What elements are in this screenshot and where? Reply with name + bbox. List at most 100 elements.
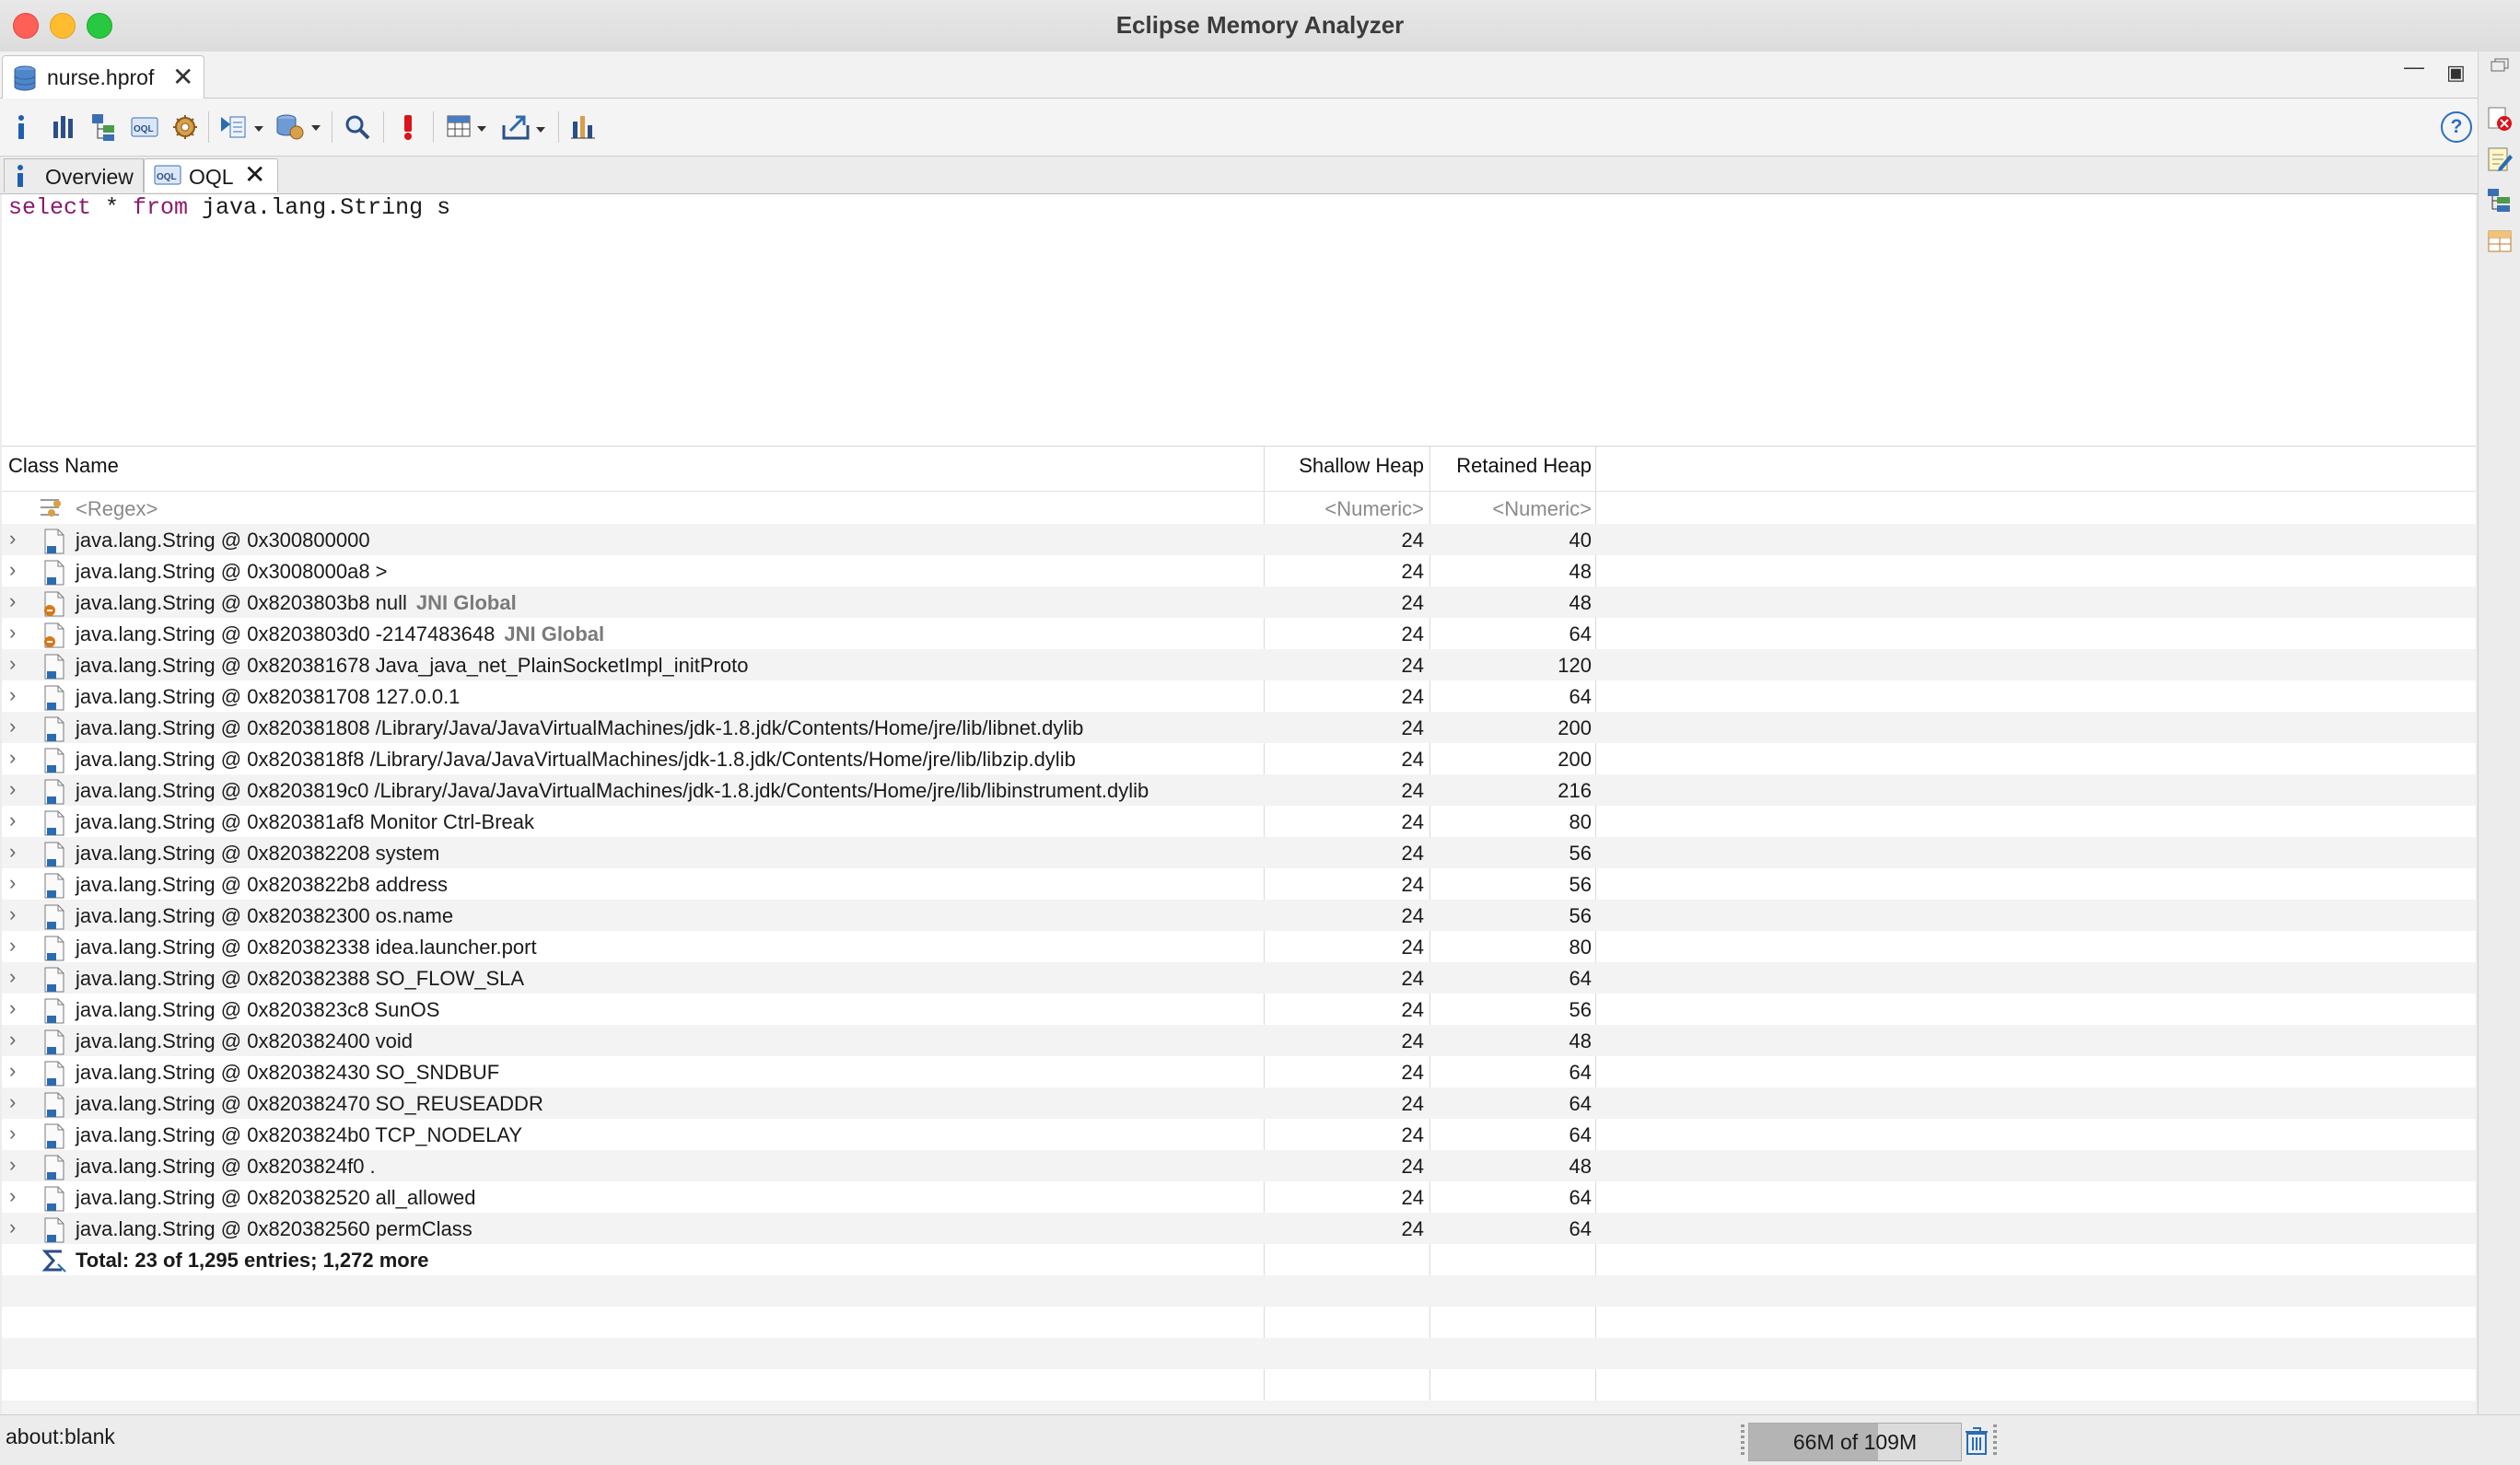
table-row[interactable]: › java.lang.String @ 0x8203824b0 TCP_NODE… bbox=[2, 1119, 2476, 1150]
chevron-right-icon[interactable]: › bbox=[9, 871, 16, 895]
chevron-right-icon[interactable]: › bbox=[9, 965, 16, 989]
chevron-right-icon[interactable]: › bbox=[9, 1028, 16, 1052]
export-icon[interactable] bbox=[499, 110, 551, 145]
column-header-class-name[interactable]: Class Name bbox=[8, 454, 119, 478]
chevron-right-icon[interactable]: › bbox=[9, 1153, 16, 1177]
dominator-tree-icon[interactable] bbox=[88, 110, 120, 145]
shallow-filter-input[interactable]: <Numeric> bbox=[1266, 497, 1424, 521]
table-row[interactable]: › java.lang.String @ 0x820382560 permClas… bbox=[2, 1213, 2476, 1244]
empty-row bbox=[2, 1338, 2476, 1369]
retained-filter-input[interactable]: <Numeric> bbox=[1431, 497, 1592, 521]
notes-icon[interactable] bbox=[2486, 145, 2514, 173]
table-row[interactable]: › java.lang.String @ 0x820382388 SO_FLOW_… bbox=[2, 962, 2476, 994]
svg-text:OQL: OQL bbox=[134, 124, 154, 134]
shallow-heap-cell: 24 bbox=[1401, 685, 1424, 708]
chevron-right-icon[interactable]: › bbox=[9, 621, 16, 645]
shallow-heap-cell: 24 bbox=[1401, 748, 1424, 771]
table-row[interactable]: › java.lang.String @ 0x8203803d0 -2147483… bbox=[2, 618, 2476, 649]
chevron-right-icon[interactable]: › bbox=[9, 808, 16, 832]
restore-view-icon[interactable] bbox=[2486, 57, 2514, 76]
table-row[interactable]: › java.lang.String @ 0x820381678 Java_jav… bbox=[2, 649, 2476, 680]
chevron-right-icon[interactable]: › bbox=[9, 996, 16, 1020]
error-log-icon[interactable] bbox=[2486, 105, 2514, 133]
table-row[interactable]: › java.lang.String @ 0x3008000a8 > 24 48 bbox=[2, 555, 2476, 587]
table-header: Class Name Shallow Heap Retained Heap bbox=[2, 447, 2476, 492]
filter-row[interactable]: <Regex> <Numeric> <Numeric> bbox=[2, 493, 2476, 524]
heap-status[interactable]: 66M of 109M bbox=[1748, 1423, 1962, 1461]
minimize-view-icon[interactable]: — bbox=[2404, 55, 2424, 79]
class-name-cell: java.lang.String @ 0x820381708 127.0.0.1 bbox=[76, 685, 460, 709]
chevron-right-icon[interactable]: › bbox=[9, 683, 16, 707]
heap-dump-icon bbox=[12, 64, 38, 97]
table-row[interactable]: › java.lang.String @ 0x8203822b8 address 2… bbox=[2, 868, 2476, 900]
tab-overview[interactable]: Overview bbox=[4, 158, 144, 192]
close-icon[interactable]: ✕ bbox=[244, 159, 265, 190]
chevron-right-icon[interactable]: › bbox=[9, 1184, 16, 1208]
info-icon[interactable] bbox=[9, 110, 33, 145]
toolbar: OQL ? bbox=[0, 99, 2478, 157]
chevron-right-icon[interactable]: › bbox=[9, 1215, 16, 1239]
calculate-retained-icon[interactable] bbox=[444, 110, 494, 145]
close-icon[interactable]: ✕ bbox=[172, 62, 193, 92]
retained-heap-cell: 64 bbox=[1569, 685, 1592, 708]
chevron-right-icon[interactable]: › bbox=[9, 715, 16, 738]
chevron-right-icon[interactable]: › bbox=[9, 777, 16, 801]
table-row[interactable]: › java.lang.String @ 0x820381808 /Library… bbox=[2, 712, 2476, 743]
table-row[interactable]: › java.lang.String @ 0x8203819c0 /Library… bbox=[2, 774, 2476, 806]
tab-oql[interactable]: OQL OQL ✕ bbox=[144, 158, 278, 192]
chevron-right-icon[interactable]: › bbox=[9, 840, 16, 864]
shallow-heap-cell: 24 bbox=[1401, 1217, 1424, 1240]
retained-heap-cell: 48 bbox=[1569, 591, 1592, 614]
table-row[interactable]: › java.lang.String @ 0x8203818f8 /Library… bbox=[2, 743, 2476, 774]
thread-overview-icon[interactable] bbox=[169, 110, 201, 145]
table-row[interactable]: › java.lang.String @ 0x820381708 127.0.0.… bbox=[2, 680, 2476, 712]
chevron-right-icon[interactable]: › bbox=[9, 558, 16, 582]
chevron-right-icon[interactable]: › bbox=[9, 934, 16, 958]
table-row[interactable]: › java.lang.String @ 0x8203823c8 SunOS 24 5… bbox=[2, 994, 2476, 1025]
table-row[interactable]: › java.lang.String @ 0x820382208 system 24… bbox=[2, 837, 2476, 868]
table-row[interactable]: › java.lang.String @ 0x820382470 SO_REUSE… bbox=[2, 1087, 2476, 1119]
oql-icon[interactable]: OQL bbox=[129, 110, 160, 145]
maximize-view-icon[interactable]: ▣ bbox=[2446, 61, 2466, 85]
chevron-right-icon[interactable]: › bbox=[9, 1059, 16, 1083]
chevron-right-icon[interactable]: › bbox=[9, 652, 16, 676]
shallow-heap-cell: 24 bbox=[1401, 936, 1424, 959]
table-row[interactable]: › java.lang.String @ 0x820382430 SO_SNDBU… bbox=[2, 1056, 2476, 1087]
search-icon[interactable] bbox=[341, 110, 374, 145]
empty-row bbox=[2, 1275, 2476, 1307]
column-header-retained-heap[interactable]: Retained Heap bbox=[1431, 454, 1592, 478]
shallow-heap-cell: 24 bbox=[1401, 842, 1424, 865]
object-label: java.lang.String @ 0x8203824b0 TCP_NODEL… bbox=[76, 1123, 523, 1146]
chevron-right-icon[interactable]: › bbox=[9, 1090, 16, 1114]
table-row[interactable]: › java.lang.String @ 0x820382400 void 24 48 bbox=[2, 1025, 2476, 1056]
table-row[interactable]: › java.lang.String @ 0x820382520 all_allo… bbox=[2, 1181, 2476, 1213]
help-icon[interactable]: ? bbox=[2441, 111, 2472, 143]
column-header-shallow-heap[interactable]: Shallow Heap bbox=[1266, 454, 1424, 478]
table-row[interactable]: › java.lang.String @ 0x820382300 os.name 2… bbox=[2, 900, 2476, 931]
chevron-right-icon[interactable]: › bbox=[9, 746, 16, 770]
compare-icon[interactable] bbox=[567, 110, 599, 145]
table-row[interactable]: › java.lang.String @ 0x8203824f0 . 24 48 bbox=[2, 1150, 2476, 1181]
chevron-right-icon[interactable]: › bbox=[9, 527, 16, 551]
reports-icon[interactable] bbox=[217, 110, 265, 145]
oql-query-editor[interactable]: select * from java.lang.String s bbox=[2, 194, 2476, 447]
chevron-right-icon[interactable]: › bbox=[9, 589, 16, 613]
class-name-cell: java.lang.String @ 0x8203824b0 TCP_NODEL… bbox=[76, 1123, 522, 1147]
table-row[interactable]: › java.lang.String @ 0x300800000 24 40 bbox=[2, 524, 2476, 555]
window-title: Eclipse Memory Analyzer bbox=[1115, 11, 1405, 39]
chevron-right-icon[interactable]: › bbox=[9, 1122, 16, 1145]
chevron-right-icon[interactable]: › bbox=[9, 902, 16, 926]
leak-suspects-icon[interactable] bbox=[394, 110, 422, 145]
garbage-collect-icon[interactable] bbox=[1964, 1426, 1989, 1460]
table-row[interactable]: › java.lang.String @ 0x820382338 idea.lau… bbox=[2, 931, 2476, 962]
object-label: java.lang.String @ 0x820382430 SO_SNDBUF bbox=[76, 1061, 500, 1084]
object-label: java.lang.String @ 0x820382388 SO_FLOW_S… bbox=[76, 967, 525, 990]
table-row[interactable]: › java.lang.String @ 0x8203803b8 null JNI … bbox=[2, 587, 2476, 618]
editor-tab-nurse-hprof[interactable]: nurse.hprof ✕ bbox=[2, 55, 204, 99]
properties-icon[interactable] bbox=[2486, 227, 2514, 254]
navigation-history-icon[interactable] bbox=[2486, 186, 2514, 214]
regex-filter-input[interactable]: <Regex> bbox=[76, 497, 158, 521]
query-browser-icon[interactable] bbox=[273, 110, 322, 145]
table-row[interactable]: › java.lang.String @ 0x820381af8 Monitor … bbox=[2, 806, 2476, 837]
histogram-icon[interactable] bbox=[48, 110, 79, 145]
